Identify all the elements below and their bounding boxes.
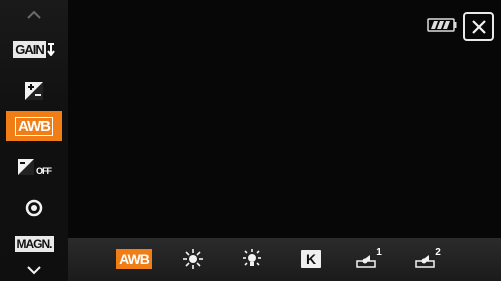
exposure-button[interactable] [6, 76, 62, 106]
kelvin-label: K [301, 250, 321, 268]
wb-custom2-option[interactable]: 2 [408, 244, 450, 274]
wb-daylight-option[interactable] [172, 244, 214, 274]
custom-wb-icon [415, 255, 435, 268]
wb-tungsten-option[interactable] [231, 244, 273, 274]
battery-indicator [427, 18, 457, 32]
white-balance-button[interactable]: AWB [6, 111, 62, 141]
scroll-up-button[interactable] [6, 6, 62, 24]
lightbulb-icon [243, 249, 261, 266]
wb-kelvin-option[interactable]: K [290, 244, 332, 274]
gain-label: GAIN [13, 40, 46, 58]
wb-awb-option[interactable]: AWB [113, 244, 155, 274]
battery-icon [427, 18, 457, 32]
chevron-up-icon [27, 10, 41, 19]
close-icon [471, 19, 486, 34]
gain-arrow-icon [46, 43, 55, 56]
focus-button[interactable] [6, 193, 62, 223]
custom2-number: 2 [435, 246, 441, 258]
gain-button[interactable]: GAIN [6, 34, 62, 64]
chevron-down-icon [27, 266, 41, 275]
exposure-lock-icon [18, 159, 34, 175]
camera-screen: GAIN AWB OFF MAGN. AWB K 1 2 [0, 0, 501, 281]
custom1-number: 1 [376, 246, 382, 258]
off-label: OFF [36, 166, 52, 176]
custom-wb-icon [356, 255, 376, 268]
magnify-button[interactable]: MAGN. [6, 229, 62, 259]
sidebar-menu: GAIN AWB OFF MAGN. [0, 0, 68, 281]
white-balance-options-bar: AWB K 1 2 [68, 238, 501, 281]
focus-ring-icon [25, 199, 43, 217]
exposure-compensation-icon [25, 82, 43, 100]
sun-icon [183, 249, 203, 269]
magnify-label: MAGN. [14, 236, 54, 252]
exposure-off-button[interactable]: OFF [6, 152, 62, 182]
white-balance-label: AWB [15, 116, 53, 136]
close-button[interactable] [463, 12, 494, 41]
scroll-down-button[interactable] [6, 262, 62, 278]
wb-custom1-option[interactable]: 1 [349, 244, 391, 274]
wb-awb-label: AWB [116, 249, 152, 269]
